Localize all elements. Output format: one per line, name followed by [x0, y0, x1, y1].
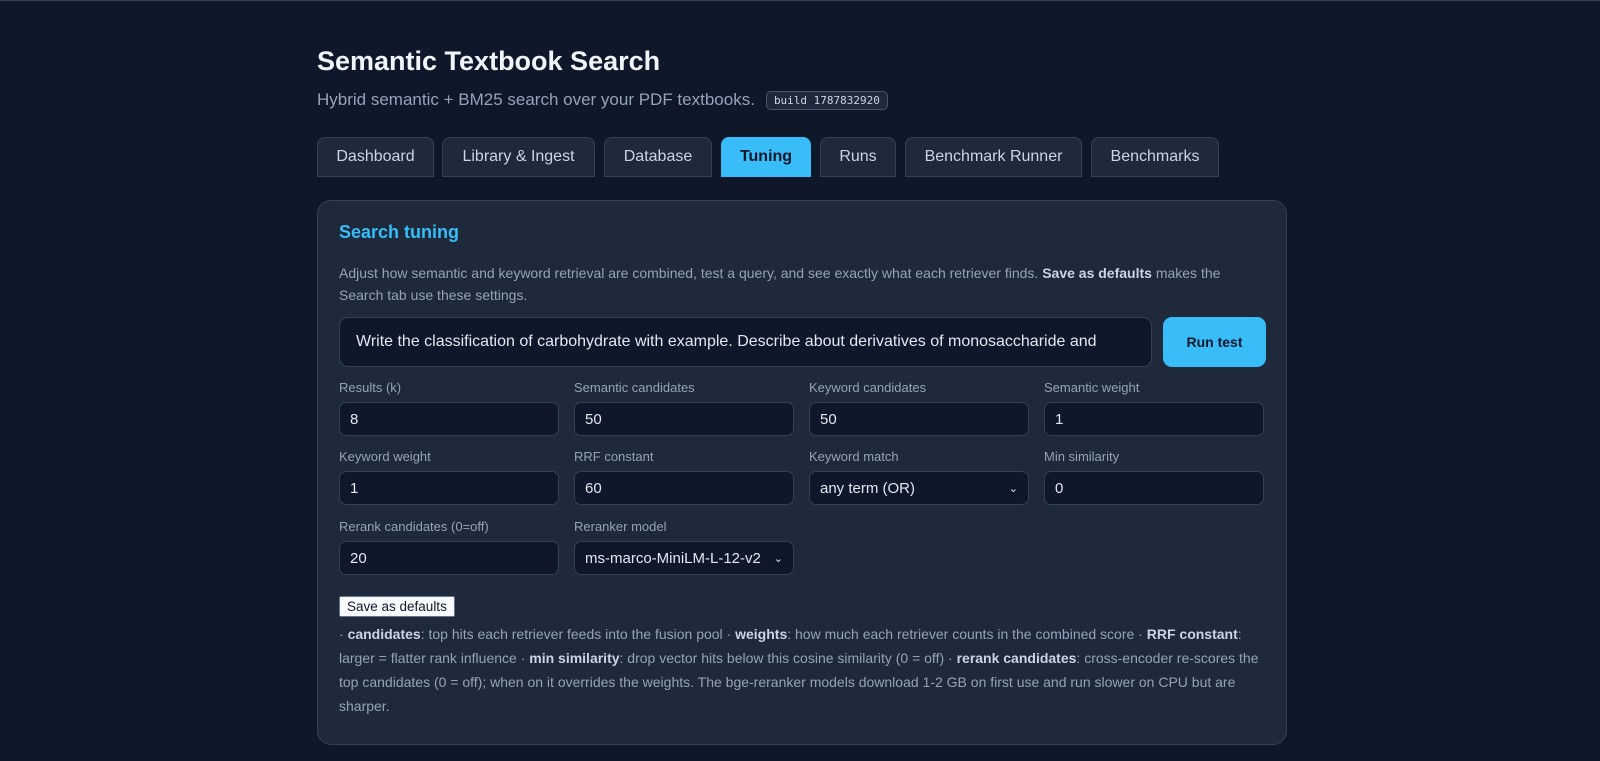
help-term-weights: weights: [735, 626, 788, 642]
subtitle-text: Hybrid semantic + BM25 search over your …: [317, 90, 755, 109]
help-candidates-desc: : top hits each retriever feeds into the…: [420, 626, 736, 642]
reranker-model-label: Reranker model: [574, 519, 667, 534]
keyword-candidates-label: Keyword candidates: [809, 380, 927, 395]
search-tuning-panel: Search tuning Adjust how semantic and ke…: [317, 200, 1287, 745]
save-defaults-button[interactable]: Save as defaults: [339, 596, 455, 617]
semantic-weight-value: 1: [1055, 410, 1064, 428]
results-k-value: 8: [350, 410, 359, 428]
desc-emphasis: Save as defaults: [1042, 265, 1152, 281]
keyword-candidates-field: Keyword candidates 50: [809, 380, 1029, 436]
reranker-model-value: ms-marco-MiniLM-L-12-v2: [585, 549, 761, 567]
reranker-model-field: Reranker model ms-marco-MiniLM-L-12-v2 ⌄: [574, 519, 794, 575]
rerank-candidates-field: Rerank candidates (0=off) 20: [339, 519, 559, 575]
keyword-match-field: Keyword match any term (OR) ⌄: [809, 449, 1029, 505]
help-term-rerank: rerank candidates: [956, 650, 1077, 666]
run-test-button[interactable]: Run test: [1163, 317, 1266, 367]
semantic-candidates-value: 50: [585, 410, 602, 428]
keyword-weight-label: Keyword weight: [339, 449, 431, 464]
rrf-constant-input[interactable]: 60: [574, 471, 794, 505]
tab-benchmarks[interactable]: Benchmarks: [1091, 137, 1219, 177]
tab-database[interactable]: Database: [604, 137, 712, 177]
page-title: Semantic Textbook Search: [317, 46, 661, 76]
keyword-match-label: Keyword match: [809, 449, 899, 464]
semantic-candidates-label: Semantic candidates: [574, 380, 695, 395]
semantic-weight-field: Semantic weight 1: [1044, 380, 1264, 436]
rrf-constant-value: 60: [585, 479, 602, 497]
results-k-label: Results (k): [339, 380, 402, 395]
keyword-match-value: any term (OR): [820, 479, 916, 497]
semantic-weight-input[interactable]: 1: [1044, 402, 1264, 436]
rrf-constant-field: RRF constant 60: [574, 449, 794, 505]
help-term-rrf: RRF constant: [1146, 626, 1238, 642]
tab-dashboard[interactable]: Dashboard: [317, 137, 434, 177]
semantic-candidates-input[interactable]: 50: [574, 402, 794, 436]
rerank-candidates-input[interactable]: 20: [339, 541, 559, 575]
rerank-candidates-value: 20: [350, 549, 367, 567]
min-similarity-label: Min similarity: [1044, 449, 1120, 464]
help-term-min-similarity: min similarity: [529, 650, 620, 666]
help-bullet: ·: [339, 626, 348, 642]
keyword-candidates-input[interactable]: 50: [809, 402, 1029, 436]
tab-benchmark-runner[interactable]: Benchmark Runner: [905, 137, 1082, 177]
section-description: Adjust how semantic and keyword retrieva…: [339, 262, 1259, 306]
help-term-candidates: candidates: [347, 626, 421, 642]
section-heading: Search tuning: [339, 222, 460, 242]
help-text: · candidates: top hits each retriever fe…: [339, 622, 1269, 718]
results-k-input[interactable]: 8: [339, 402, 559, 436]
tab-library-ingest[interactable]: Library & Ingest: [442, 137, 595, 177]
desc-text: Adjust how semantic and keyword retrieva…: [339, 265, 1043, 281]
tab-tuning[interactable]: Tuning: [721, 137, 811, 177]
min-similarity-input[interactable]: 0: [1044, 471, 1264, 505]
min-similarity-field: Min similarity 0: [1044, 449, 1264, 505]
semantic-candidates-field: Semantic candidates 50: [574, 380, 794, 436]
keyword-weight-field: Keyword weight 1: [339, 449, 559, 505]
tab-runs[interactable]: Runs: [820, 137, 896, 177]
keyword-candidates-value: 50: [820, 410, 837, 428]
keyword-weight-input[interactable]: 1: [339, 471, 559, 505]
test-query-input[interactable]: [339, 317, 1152, 367]
build-badge: build 1787832920: [765, 90, 888, 110]
rrf-constant-label: RRF constant: [574, 449, 654, 464]
reranker-model-select[interactable]: ms-marco-MiniLM-L-12-v2 ⌄: [574, 541, 794, 575]
rerank-candidates-label: Rerank candidates (0=off): [339, 519, 489, 534]
help-min-similarity-desc: : drop vector hits below this cosine sim…: [619, 650, 957, 666]
chevron-down-icon: ⌄: [773, 552, 783, 565]
min-similarity-value: 0: [1055, 479, 1064, 497]
help-weights-desc: : how much each retriever counts in the …: [787, 626, 1147, 642]
results-k-field: Results (k) 8: [339, 380, 559, 436]
keyword-weight-value: 1: [350, 479, 359, 497]
keyword-match-select[interactable]: any term (OR) ⌄: [809, 471, 1029, 505]
chevron-down-icon: ⌄: [1008, 482, 1018, 495]
page-subtitle: Hybrid semantic + BM25 search over your …: [317, 90, 888, 110]
semantic-weight-label: Semantic weight: [1044, 380, 1140, 395]
